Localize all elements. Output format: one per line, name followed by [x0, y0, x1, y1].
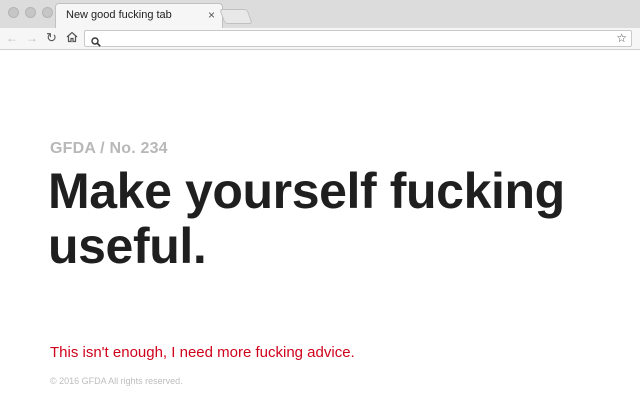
tab-title: New good fucking tab [66, 9, 172, 21]
copyright-text: © 2016 GFDA All rights reserved. [50, 376, 183, 386]
more-advice-link[interactable]: This isn't enough, I need more fucking a… [50, 344, 355, 361]
new-tab-button[interactable] [219, 9, 253, 24]
address-input[interactable] [105, 31, 605, 46]
window-close-button[interactable] [8, 7, 19, 18]
page-content: GFDA / No. 234 Make yourself fucking use… [0, 50, 640, 400]
tab-strip: New good fucking tab × [0, 0, 640, 28]
tab-close-icon[interactable]: × [208, 8, 215, 22]
home-icon[interactable] [66, 31, 78, 47]
star-icon[interactable]: ☆ [616, 31, 627, 46]
window-minimize-button[interactable] [25, 7, 36, 18]
reload-icon[interactable]: ↻ [46, 30, 57, 46]
forward-arrow-icon[interactable]: → [26, 30, 38, 46]
issue-number: GFDA / No. 234 [50, 140, 168, 157]
advice-headline: Make yourself fucking useful. [48, 163, 565, 274]
window-zoom-button[interactable] [42, 7, 53, 18]
address-bar[interactable]: ☆ [84, 30, 632, 47]
browser-toolbar: ← → ↻ ☆ [0, 28, 640, 50]
tab-active[interactable]: New good fucking tab × [55, 3, 223, 28]
back-arrow-icon[interactable]: ← [6, 30, 18, 46]
